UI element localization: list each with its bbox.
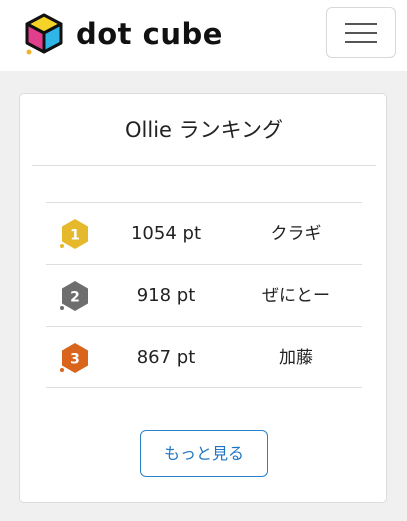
- ranking-title: Ollie ランキング: [125, 118, 283, 142]
- svg-text:3: 3: [70, 352, 80, 368]
- score-value: 867 pt: [136, 347, 196, 368]
- ranking-row: 2 918 pt ぜにとー: [46, 264, 362, 326]
- ranking-row: 3 867 pt 加藤: [46, 326, 362, 388]
- player-name: ぜにとー: [262, 286, 330, 306]
- show-more-button[interactable]: もっと見る: [140, 430, 268, 477]
- title-divider: [32, 165, 376, 166]
- player-name: 加藤: [279, 348, 313, 368]
- rank-3-badge-icon: 3: [60, 343, 88, 373]
- score-value: 1054 pt: [130, 223, 201, 244]
- brand-logo-link[interactable]: dot cube: [24, 12, 223, 56]
- svg-text:1: 1: [70, 228, 80, 244]
- player-name: クラギ: [270, 224, 322, 244]
- rank-1-badge-icon: 1: [60, 219, 88, 249]
- brand-name: dot cube: [76, 17, 223, 51]
- top-navbar: dot cube: [0, 0, 407, 71]
- rank-2-badge-icon: 2: [60, 281, 88, 311]
- svg-text:2: 2: [70, 290, 80, 306]
- hamburger-menu-button[interactable]: [326, 7, 396, 58]
- dot-cube-logo-icon: [25, 13, 63, 55]
- ranking-row: 1 1054 pt クラギ: [46, 202, 362, 264]
- ranking-card: Ollie ランキング 1 1054 pt クラギ 2 918 pt ぜにとー …: [19, 93, 387, 503]
- score-value: 918 pt: [136, 285, 196, 306]
